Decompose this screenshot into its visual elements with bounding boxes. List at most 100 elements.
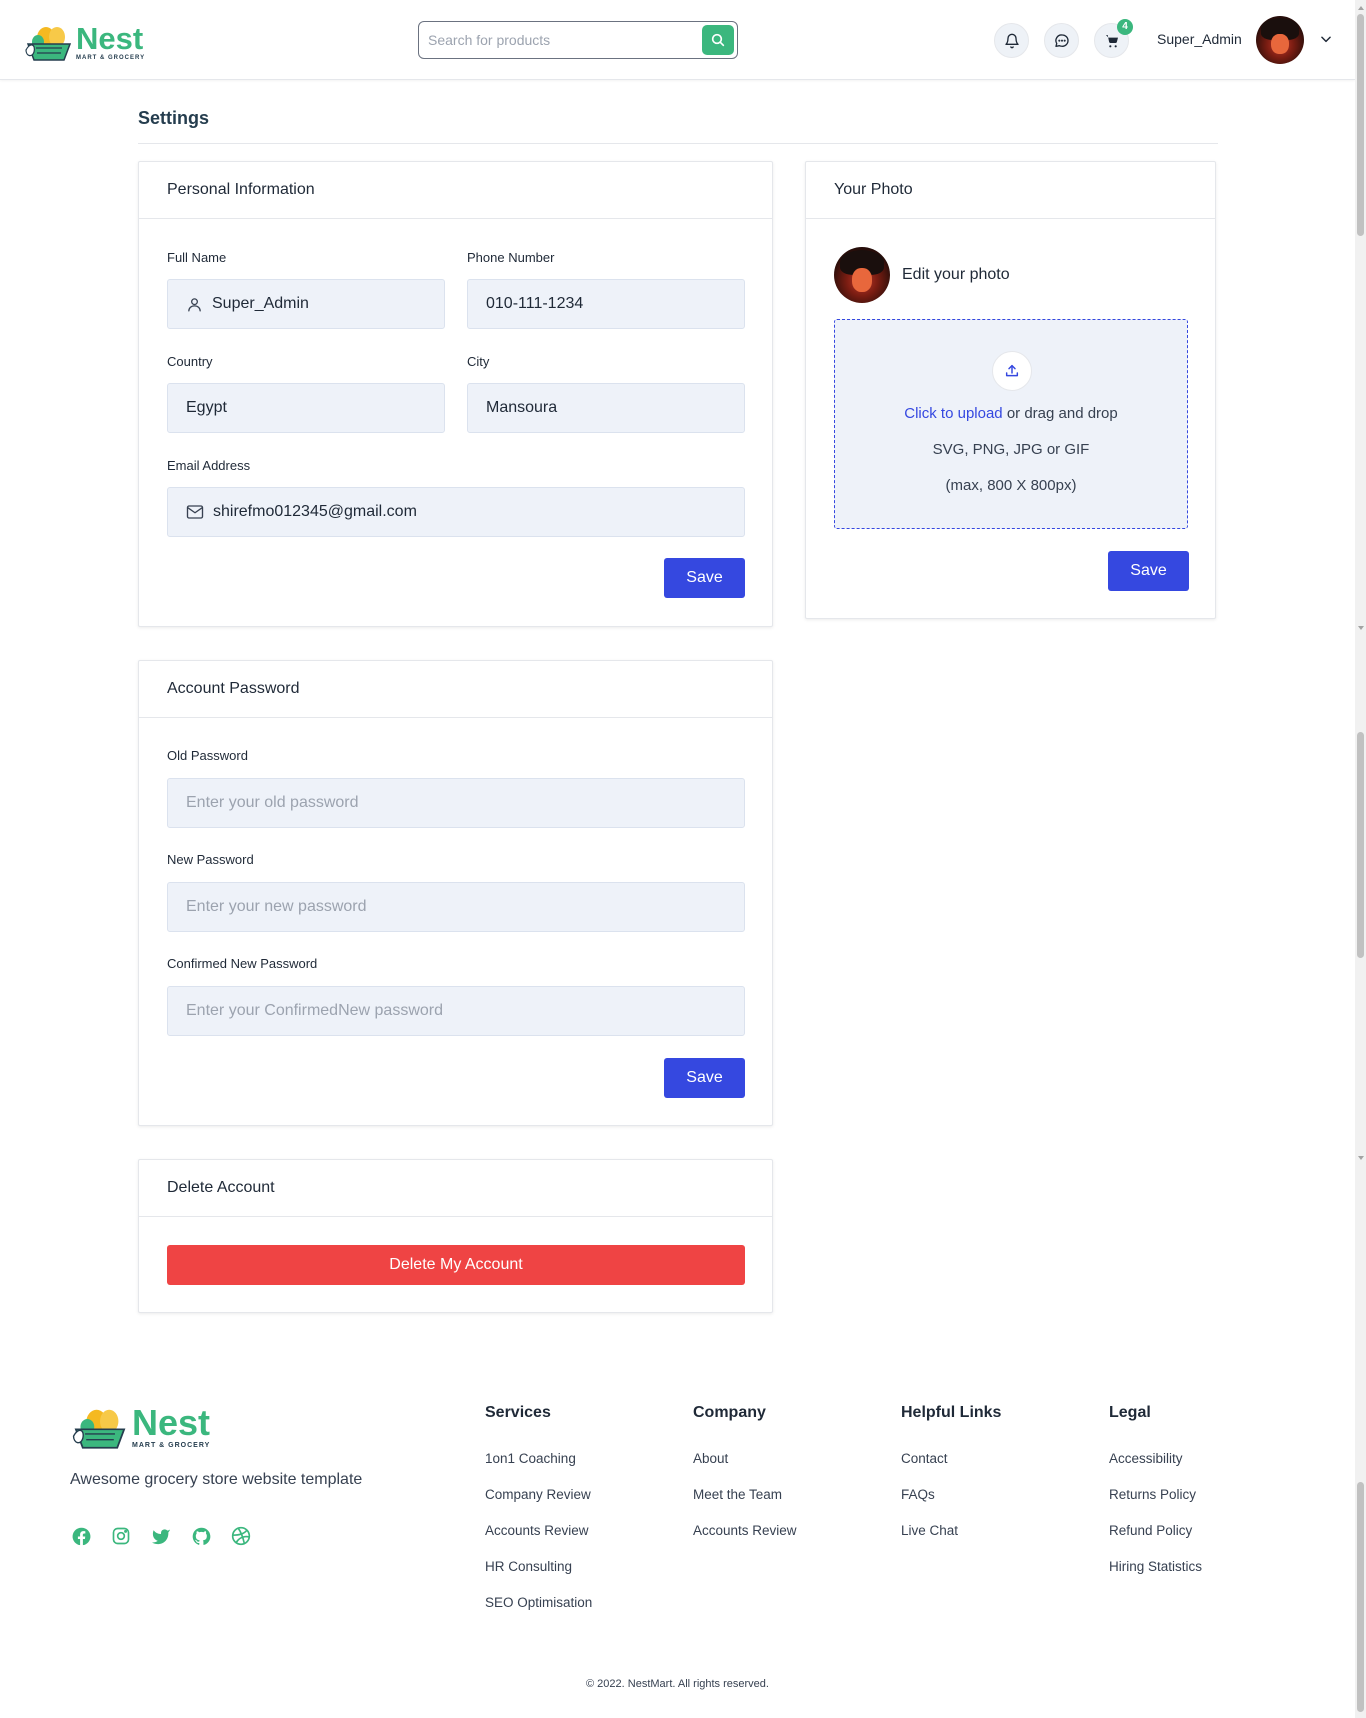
scroll-thumb[interactable] <box>1357 1482 1364 1712</box>
card-title: Your Photo <box>806 162 1215 219</box>
email-field[interactable] <box>167 487 745 537</box>
footer-logo[interactable]: Nest MART & GROCERY <box>70 1404 210 1450</box>
footer-col-title: Services <box>485 1404 551 1421</box>
footer-col-title: Helpful Links <box>901 1404 1002 1421</box>
search-bar <box>418 21 738 59</box>
country-field[interactable] <box>167 383 445 433</box>
upload-max-size: (max, 800 X 800px) <box>945 477 1077 494</box>
click-to-upload-link[interactable]: Click to upload <box>904 405 1002 422</box>
city-input[interactable] <box>486 384 744 432</box>
email-input[interactable] <box>213 488 744 536</box>
old-password-field[interactable] <box>167 778 745 828</box>
scroll-down-arrow[interactable] <box>1358 626 1364 630</box>
bell-icon <box>1004 33 1019 48</box>
footer-link[interactable]: Contact <box>901 1451 948 1466</box>
new-password-input[interactable] <box>186 883 744 931</box>
your-photo-card: Your Photo Edit your photo Click to uplo… <box>805 161 1216 619</box>
save-password-button[interactable]: Save <box>664 1058 745 1098</box>
scroll-up-arrow[interactable] <box>1358 6 1364 10</box>
upload-icon <box>992 351 1032 391</box>
scroll-thumb[interactable] <box>1357 14 1364 236</box>
confirm-password-input[interactable] <box>186 987 744 1035</box>
phone-field[interactable] <box>467 279 745 329</box>
cart-icon <box>1105 34 1118 47</box>
footer-link[interactable]: 1on1 Coaching <box>485 1451 576 1466</box>
city-label: City <box>467 354 490 369</box>
footer-link[interactable]: Accounts Review <box>693 1523 797 1538</box>
footer-link[interactable]: Live Chat <box>901 1523 958 1538</box>
footer-link[interactable]: Hiring Statistics <box>1109 1559 1202 1574</box>
footer-link[interactable]: Refund Policy <box>1109 1523 1192 1538</box>
page-scrollbar[interactable] <box>1355 0 1366 1718</box>
photo-dropzone[interactable]: Click to upload or drag and drop SVG, PN… <box>834 319 1188 529</box>
profile-photo <box>834 247 890 303</box>
account-password-card: Account Password Old Password New Passwo… <box>138 660 773 1126</box>
cart-count-badge: 4 <box>1117 19 1133 35</box>
confirm-password-field[interactable] <box>167 986 745 1036</box>
delete-account-button[interactable]: Delete My Account <box>167 1245 745 1285</box>
top-navbar: Nest MART & GROCERY 4 Super_Admin <box>0 0 1355 80</box>
basket-logo-icon <box>70 1404 130 1450</box>
new-password-label: New Password <box>167 852 254 867</box>
footer-link[interactable]: Accessibility <box>1109 1451 1183 1466</box>
title-divider <box>138 143 1218 144</box>
edit-photo-label: Edit your photo <box>902 266 1010 283</box>
save-personal-button[interactable]: Save <box>664 558 745 598</box>
phone-input[interactable] <box>486 280 744 328</box>
personal-information-card: Personal Information Full Name Phone Num… <box>138 161 773 627</box>
save-photo-button[interactable]: Save <box>1108 551 1189 591</box>
logo-brand: Nest <box>76 21 144 56</box>
footer-col-title: Legal <box>1109 1404 1151 1421</box>
logo-tagline: MART & GROCERY <box>132 1442 211 1449</box>
dribbble-icon[interactable] <box>230 1525 252 1547</box>
full-name-input[interactable] <box>212 280 444 328</box>
drag-drop-text: or drag and drop <box>1002 405 1118 422</box>
footer-link[interactable]: FAQs <box>901 1487 935 1502</box>
footer-link[interactable]: Company Review <box>485 1487 591 1502</box>
header-logo[interactable]: Nest MART & GROCERY <box>24 22 145 62</box>
search-button[interactable] <box>702 25 734 55</box>
scroll-down-arrow[interactable] <box>1358 1156 1364 1160</box>
logo-tagline: MART & GROCERY <box>76 55 146 61</box>
country-label: Country <box>167 354 213 369</box>
footer-link[interactable]: HR Consulting <box>485 1559 572 1574</box>
search-icon <box>711 33 725 47</box>
card-title: Account Password <box>139 661 772 718</box>
github-icon[interactable] <box>190 1525 212 1547</box>
full-name-label: Full Name <box>167 250 227 265</box>
footer-col-title: Company <box>693 1404 766 1421</box>
notifications-button[interactable] <box>994 23 1029 58</box>
email-label: Email Address <box>167 458 251 473</box>
footer-link[interactable]: Returns Policy <box>1109 1487 1196 1502</box>
footer-link[interactable]: About <box>693 1451 728 1466</box>
username-label[interactable]: Super_Admin <box>1157 31 1242 47</box>
mail-icon <box>186 503 204 521</box>
full-name-field[interactable] <box>167 279 445 329</box>
city-field[interactable] <box>467 383 745 433</box>
user-icon <box>186 295 203 313</box>
card-title: Delete Account <box>139 1160 772 1217</box>
footer-link[interactable]: Accounts Review <box>485 1523 589 1538</box>
phone-label: Phone Number <box>467 250 555 265</box>
search-input[interactable] <box>420 23 690 57</box>
new-password-field[interactable] <box>167 882 745 932</box>
old-password-label: Old Password <box>167 748 248 763</box>
twitter-icon[interactable] <box>150 1525 172 1547</box>
logo-brand: Nest <box>132 1402 211 1443</box>
facebook-icon[interactable] <box>70 1525 92 1547</box>
footer-link[interactable]: SEO Optimisation <box>485 1595 592 1610</box>
messages-button[interactable] <box>1044 23 1079 58</box>
upload-instructions: Click to upload or drag and drop <box>835 405 1187 422</box>
card-title: Personal Information <box>139 162 772 219</box>
copyright-text: © 2022. NestMart. All rights reserved. <box>586 1678 769 1690</box>
chevron-down-icon[interactable] <box>1319 32 1333 51</box>
instagram-icon[interactable] <box>110 1525 132 1547</box>
page-title: Settings <box>138 108 210 128</box>
old-password-input[interactable] <box>186 779 744 827</box>
user-avatar[interactable] <box>1256 16 1304 64</box>
country-input[interactable] <box>186 384 444 432</box>
scroll-thumb[interactable] <box>1357 732 1364 958</box>
upload-formats: SVG, PNG, JPG or GIF <box>932 441 1090 458</box>
cart-button[interactable]: 4 <box>1094 19 1133 58</box>
footer-link[interactable]: Meet the Team <box>693 1487 782 1502</box>
